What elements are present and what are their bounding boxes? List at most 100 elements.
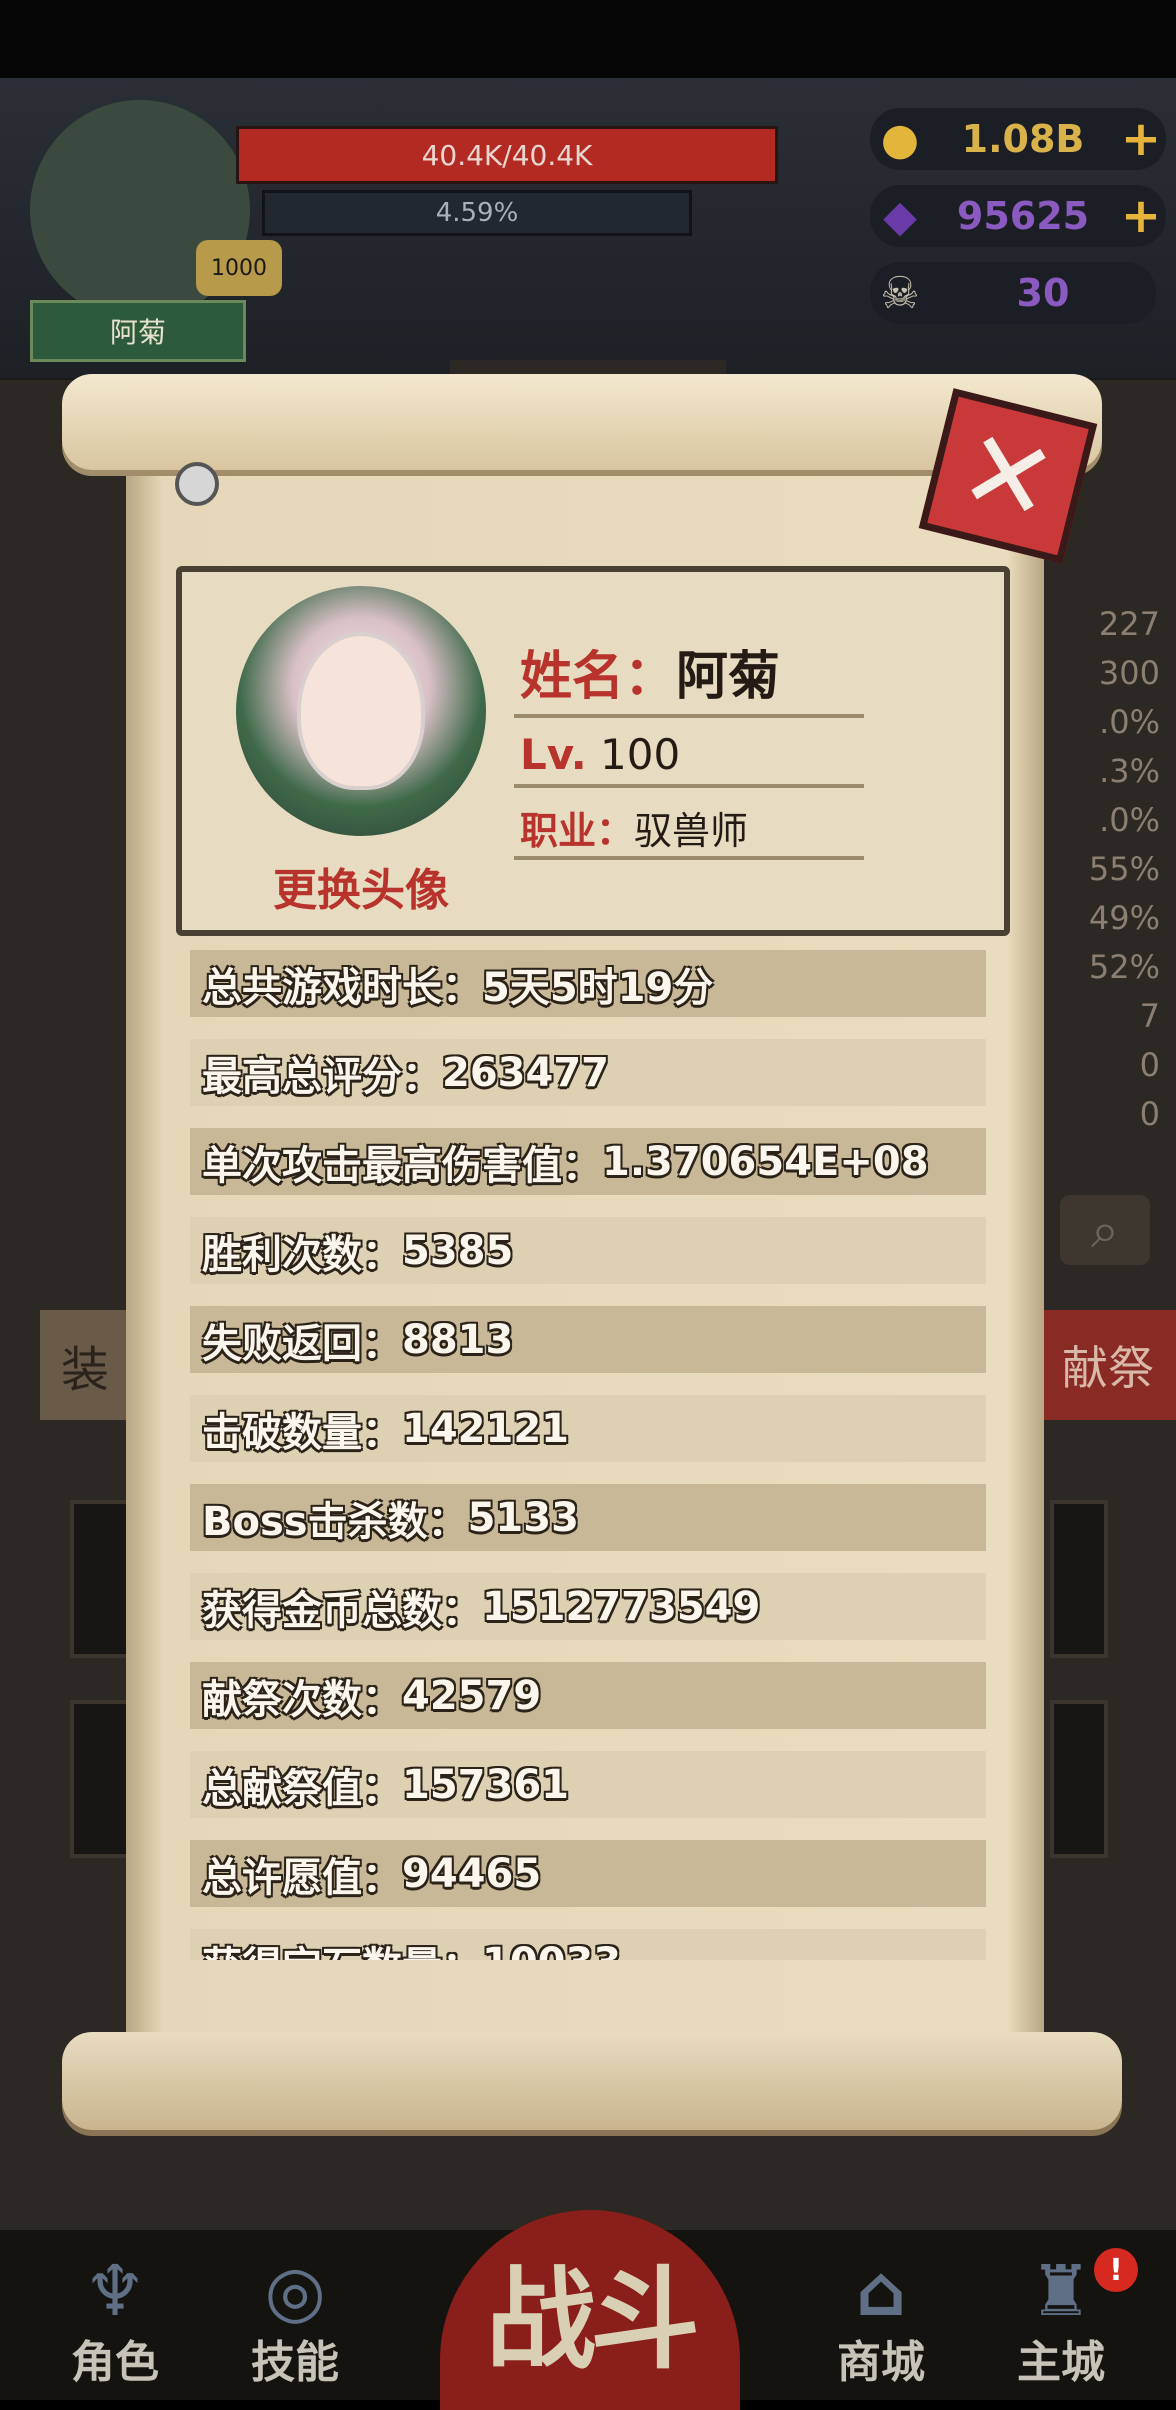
- crystal-icon: ◆: [883, 190, 917, 242]
- notification-badge: !: [1094, 2248, 1138, 2292]
- pin-icon: [175, 462, 219, 506]
- crystal-add-button[interactable]: +: [1116, 188, 1166, 244]
- nav-skill-button[interactable]: ◎ 技能: [220, 2240, 370, 2390]
- stat-row: 献祭次数： 42579: [190, 1662, 986, 1729]
- stats-list[interactable]: 总共游戏时长： 5天5时19分 最高总评分： 263477 单次攻击最高伤害值： 1.…: [190, 950, 986, 1960]
- name-value: 阿菊: [676, 647, 781, 707]
- gold-counter: ● 1.08B +: [870, 108, 1166, 170]
- gold-coin-icon: ●: [880, 113, 920, 165]
- stat-row: 胜利次数： 5385: [190, 1217, 986, 1284]
- stat-row: 总献祭值： 157361: [190, 1751, 986, 1818]
- stat-row: 失败返回： 8813: [190, 1306, 986, 1373]
- stat-label: 胜利次数：: [202, 1231, 402, 1278]
- shop-tent-icon: ⌂: [855, 2250, 907, 2332]
- avatar-portrait: [297, 632, 425, 790]
- stat-label: 失败返回：: [202, 1320, 402, 1367]
- bg-stat: 55%: [1088, 850, 1160, 888]
- nav-skill-label: 技能: [251, 2337, 339, 2388]
- ram-counter: ☠ 30: [870, 262, 1156, 324]
- stat-value: 263477: [442, 1049, 609, 1096]
- castle-icon: ♜: [1029, 2250, 1093, 2332]
- nav-shop-label: 商城: [837, 2337, 925, 2388]
- bg-stat: .3%: [1099, 752, 1160, 790]
- swirl-icon: ◎: [264, 2250, 326, 2332]
- class-value: 驭兽师: [634, 809, 749, 853]
- bg-stat: 0: [1139, 1095, 1160, 1133]
- bg-stat: .0%: [1099, 801, 1160, 839]
- stat-label: 击破数量：: [202, 1409, 402, 1456]
- bg-stat: 49%: [1088, 899, 1160, 937]
- stat-value: 1.370654E+08: [602, 1138, 929, 1185]
- stat-value: 142121: [402, 1405, 569, 1452]
- name-label: 姓名：: [520, 647, 677, 707]
- stat-value: 94465: [402, 1850, 542, 1897]
- stat-row: 获得宝石数量：10033: [190, 1929, 986, 1960]
- stat-row: 单次攻击最高伤害值： 1.370654E+08: [190, 1128, 986, 1195]
- stat-value: 1512773549: [482, 1583, 761, 1630]
- class-label: 职业：: [520, 809, 635, 853]
- bg-stat: .0%: [1099, 703, 1160, 741]
- bg-stat: 0: [1139, 1046, 1160, 1084]
- bg-stat: 227: [1098, 605, 1160, 643]
- profile-class: 职业：驭兽师: [520, 800, 748, 855]
- scroll-bottom-roll: [62, 2032, 1122, 2130]
- level-label: Lv.: [520, 730, 587, 779]
- stat-row: 最高总评分： 263477: [190, 1039, 986, 1106]
- crystal-value: 95625: [956, 194, 1090, 238]
- change-avatar-button[interactable]: 更换头像: [246, 854, 476, 918]
- stat-row: 总许愿值： 94465: [190, 1840, 986, 1907]
- hp-bar: 40.4K/40.4K: [236, 126, 778, 184]
- player-level-badge: 1000: [196, 240, 282, 296]
- player-name-plate: 阿菊: [30, 300, 246, 362]
- exp-bar: 4.59%: [262, 190, 692, 236]
- bg-stat: 52%: [1088, 948, 1160, 986]
- gold-value: 1.08B: [961, 117, 1085, 161]
- status-bar: [0, 0, 1176, 78]
- profile-level: Lv. 100: [520, 730, 680, 779]
- stat-value: 42579: [402, 1672, 542, 1719]
- divider: [514, 714, 864, 718]
- helmet-icon: ♆: [83, 2250, 147, 2332]
- nav-role-button[interactable]: ♆ 角色: [40, 2240, 190, 2390]
- bg-stat: 7: [1139, 997, 1160, 1035]
- stat-label: 总许愿值：: [202, 1854, 402, 1901]
- stat-label: 总共游戏时长：: [202, 964, 482, 1011]
- stat-label: 最高总评分：: [202, 1053, 442, 1100]
- stat-value: 5133: [467, 1494, 579, 1541]
- stat-row: Boss击杀数： 5133: [190, 1484, 986, 1551]
- stat-value: 10033: [482, 1940, 621, 1961]
- profile-avatar[interactable]: [236, 586, 486, 836]
- stat-value: 157361: [402, 1761, 569, 1808]
- equipment-slot: [1050, 1700, 1108, 1858]
- divider: [514, 856, 864, 860]
- stat-row: 击破数量： 142121: [190, 1395, 986, 1462]
- profile-name: 姓名：阿菊: [520, 634, 780, 709]
- stat-value: 8813: [402, 1316, 514, 1363]
- stat-label: 获得宝石数量：: [202, 1934, 482, 1961]
- stat-label: 单次攻击最高伤害值：: [202, 1142, 602, 1189]
- stat-label: 献祭次数：: [202, 1676, 402, 1723]
- ram-value: 30: [1016, 271, 1070, 315]
- stat-value: 5天5时19分: [482, 964, 714, 1011]
- battle-label: 战斗: [486, 2256, 700, 2384]
- stat-label: 获得金币总数：: [202, 1587, 482, 1634]
- nav-city-label: 主城: [1017, 2337, 1105, 2388]
- background-stat-column: 227 300 .0% .3% .0% 55% 49% 52% 7 0 0: [1040, 600, 1160, 1139]
- nav-role-label: 角色: [71, 2337, 159, 2388]
- gold-add-button[interactable]: +: [1116, 111, 1166, 167]
- level-value: 100: [600, 730, 681, 779]
- crystal-counter: ◆ 95625 +: [870, 185, 1166, 247]
- ram-skull-icon: ☠: [880, 267, 920, 319]
- nav-shop-button[interactable]: ⌂ 商城: [806, 2240, 956, 2390]
- equip-tab[interactable]: 装: [40, 1310, 130, 1420]
- sacrifice-tab[interactable]: 献祭: [1040, 1310, 1176, 1420]
- stat-value: 5385: [402, 1227, 514, 1274]
- stat-row: 总共游戏时长： 5天5时19分: [190, 950, 986, 1017]
- divider: [514, 784, 864, 788]
- search-icon[interactable]: ⌕: [1060, 1195, 1150, 1265]
- stat-row: 获得金币总数： 1512773549: [190, 1573, 986, 1640]
- stat-label: Boss击杀数：: [202, 1498, 468, 1545]
- equipment-slot: [1050, 1500, 1108, 1658]
- bg-stat: 300: [1098, 654, 1160, 692]
- stat-label: 总献祭值：: [202, 1765, 402, 1812]
